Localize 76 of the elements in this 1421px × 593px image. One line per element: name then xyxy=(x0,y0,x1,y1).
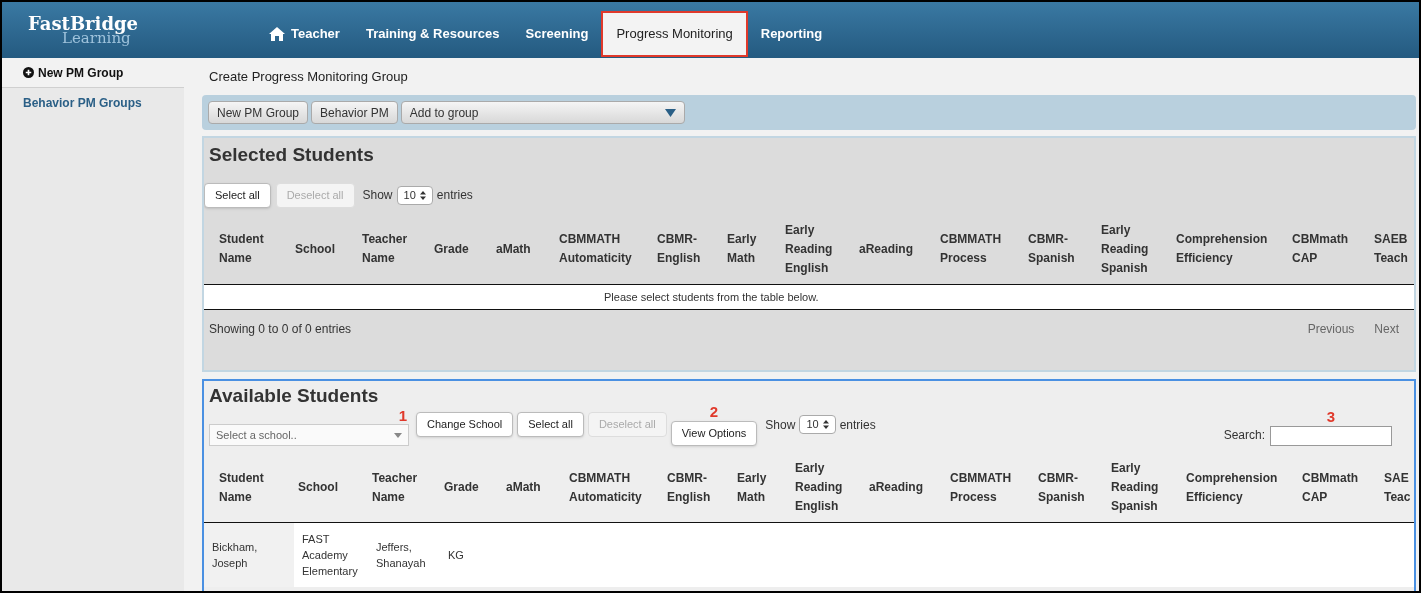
caret-icon xyxy=(394,432,402,438)
column-header[interactable]: Comprehension Efficiency xyxy=(1182,453,1298,523)
column-header[interactable]: Early Reading English xyxy=(791,453,865,523)
column-header[interactable]: aReading xyxy=(855,214,936,284)
entries-label: entries xyxy=(839,416,876,434)
table-cell: FAST Academy Elementary xyxy=(302,533,358,577)
column-header[interactable]: CBMMATH Automaticity xyxy=(555,214,653,284)
column-header[interactable]: SAE Teac xyxy=(1380,453,1414,523)
sidebar-item[interactable]: New PM Group xyxy=(2,58,184,88)
column-header[interactable]: Grade xyxy=(440,453,502,523)
column-header[interactable]: Early Math xyxy=(723,214,781,284)
nav-tab[interactable]: Reporting xyxy=(747,11,836,57)
column-header[interactable]: CBMMATH Automaticity xyxy=(565,453,663,523)
column-header[interactable]: CBMR- English xyxy=(653,214,723,284)
column-header[interactable]: CBMmath CAP xyxy=(1298,453,1380,523)
select-all-button[interactable]: Select all xyxy=(204,182,271,208)
entries-label: entries xyxy=(436,187,473,204)
column-header[interactable]: Early Reading Spanish xyxy=(1107,453,1182,523)
panel-title: Selected Students xyxy=(208,143,375,167)
table-cell: Bickham, Joseph xyxy=(212,541,258,569)
search-label: Search: xyxy=(1223,427,1265,444)
column-header[interactable]: Student Name xyxy=(204,453,294,523)
column-header[interactable]: Comprehension Efficiency xyxy=(1172,214,1288,284)
table-cell: Jeffers, Shanayah xyxy=(376,541,426,569)
toolbar-button[interactable]: Behavior PM xyxy=(311,101,398,124)
table-info: Showing 0 to 0 of 0 entries xyxy=(209,321,352,338)
column-header[interactable]: aReading xyxy=(865,453,946,523)
column-header[interactable]: CBMR- English xyxy=(663,453,733,523)
next-link[interactable]: Next xyxy=(1374,320,1399,338)
column-header[interactable]: Teacher Name xyxy=(368,453,440,523)
column-header[interactable]: CBMMATH Process xyxy=(946,453,1034,523)
column-header[interactable]: Grade xyxy=(430,214,492,284)
select-all-button[interactable]: Select all xyxy=(517,412,584,437)
school-select[interactable]: Select a school.. xyxy=(209,424,409,446)
column-header[interactable]: Student Name xyxy=(204,214,291,284)
column-header[interactable]: School xyxy=(294,453,368,523)
annotation-number: 1 xyxy=(398,408,408,424)
column-header[interactable]: CBMmath CAP xyxy=(1288,214,1370,284)
column-header[interactable]: aMath xyxy=(492,214,555,284)
plus-circle-icon xyxy=(23,67,34,78)
nav-tab[interactable]: Screening xyxy=(512,11,602,57)
column-header[interactable]: CBMR- Spanish xyxy=(1034,453,1107,523)
logo-title: FastBridge xyxy=(28,14,140,33)
dropdown-arrow-icon xyxy=(664,108,676,117)
annotation-number: 2 xyxy=(709,403,719,421)
annotation-number: 3 xyxy=(1326,408,1336,426)
page-title: Create Progress Monitoring Group xyxy=(209,67,408,86)
stepper-arrows-icon xyxy=(419,190,426,200)
change-school-button[interactable]: Change School xyxy=(416,412,514,437)
add-to-group-dropdown[interactable]: Add to group xyxy=(400,101,685,124)
previous-link[interactable]: Previous xyxy=(1307,320,1355,338)
show-label: Show xyxy=(362,187,393,204)
column-header[interactable]: aMath xyxy=(502,453,565,523)
search-field[interactable] xyxy=(1270,426,1392,446)
entries-select[interactable]: 10 xyxy=(396,185,433,205)
show-label: Show xyxy=(765,416,796,434)
view-options-button[interactable]: View Options xyxy=(670,421,758,446)
panel-title: Available Students xyxy=(208,384,380,407)
home-icon xyxy=(269,27,285,41)
entries-select[interactable]: 10 xyxy=(799,415,836,434)
stepper-arrows-icon xyxy=(822,420,829,429)
column-header[interactable]: Early Math xyxy=(733,453,791,523)
toolbar-button[interactable]: New PM Group xyxy=(208,101,309,124)
column-header[interactable]: Early Reading English xyxy=(781,214,855,284)
column-header[interactable]: Early Reading Spanish xyxy=(1097,214,1172,284)
column-header[interactable]: SAEB Teach xyxy=(1370,214,1414,284)
column-header[interactable]: CBMMATH Process xyxy=(936,214,1024,284)
table-cell: KG xyxy=(448,549,464,561)
column-header[interactable]: School xyxy=(291,214,358,284)
empty-table-message: Please select students from the table below. xyxy=(604,290,819,303)
sidebar-item[interactable]: Behavior PM Groups xyxy=(2,88,184,118)
nav-tab[interactable]: Training & Resources xyxy=(352,11,513,57)
nav-tab[interactable]: Teacher xyxy=(256,11,353,57)
column-header[interactable]: CBMR- Spanish xyxy=(1024,214,1097,284)
column-header[interactable]: Teacher Name xyxy=(358,214,430,284)
nav-tab[interactable]: Progress Monitoring xyxy=(601,11,748,57)
